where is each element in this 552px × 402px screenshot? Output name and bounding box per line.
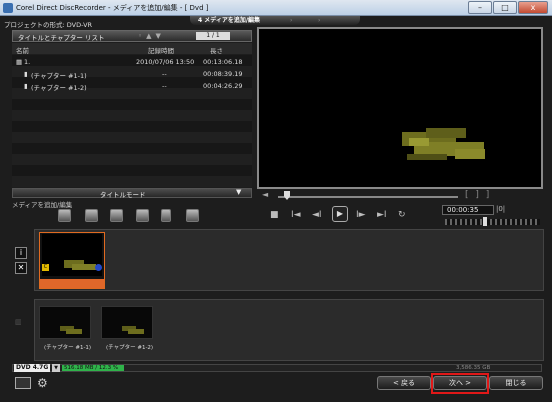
maximize-button[interactable]: □ [493, 1, 517, 14]
chapter-icon: ▮ [24, 70, 28, 78]
add-edit-media-label: メディアを追加/編集 [12, 201, 73, 209]
clip-thumbnail-image [64, 260, 96, 270]
stop-button[interactable]: ■ [270, 210, 279, 220]
next-button-highlight [431, 373, 489, 394]
column-recorded[interactable]: 記録時間 [148, 45, 174, 55]
list-item-name[interactable]: (チャプター #1-1) [31, 70, 87, 80]
title-mode-label: タイトルモード [100, 191, 146, 199]
clip-selection-bar [40, 279, 104, 288]
jog-slider[interactable] [445, 219, 540, 225]
project-format-label: プロジェクトの形式: DVD-VR [4, 21, 93, 29]
list-row-title-icon: ▦ [16, 58, 23, 66]
clip-status-icon [95, 264, 102, 271]
title-strip [34, 229, 544, 291]
clip-type-badge: C [42, 264, 49, 271]
list-item-recorded: -- [162, 70, 167, 78]
list-item-name[interactable]: (チャプター #1-2) [31, 82, 87, 92]
capture-icon[interactable] [186, 209, 199, 222]
settings-icon[interactable]: ⚙ [37, 376, 48, 390]
seek-bar[interactable] [278, 196, 458, 198]
seek-back-icon[interactable]: ◄ [262, 190, 268, 199]
lock-icon[interactable] [161, 209, 171, 222]
next-frame-button[interactable]: I► [356, 210, 366, 220]
chapter-label: (チャプター #1-1) [44, 345, 92, 351]
back-button[interactable]: < 戻る [377, 376, 431, 390]
disc-type-label: DVD 4.7G [14, 364, 51, 372]
mark-in-out-icons[interactable]: [ ] ] [465, 190, 491, 200]
page-counter: 1 / 1 [196, 32, 230, 40]
previous-frame-button[interactable]: ◄I [312, 210, 322, 220]
clip-thumbnail [42, 234, 102, 276]
chapter-thumbnail-image [122, 326, 144, 334]
list-item-name[interactable]: 1. [24, 58, 30, 66]
import-icon[interactable] [85, 209, 98, 222]
disc-free-text: 3,586.35 GB [456, 365, 491, 371]
chapter-thumbnail[interactable] [101, 306, 153, 339]
title-list-label: タイトルとチャプター リスト [18, 34, 105, 42]
chapter-thumbnail-image [60, 326, 82, 334]
list-toolbar-icons[interactable]: ◦▲▼ [138, 32, 165, 40]
chapter-strip-icon: ▥ [15, 318, 22, 326]
chapter-icon[interactable] [110, 209, 123, 222]
preview-image [402, 128, 485, 160]
close-button[interactable]: 閉じる [489, 376, 543, 390]
add-video-icon[interactable] [58, 209, 71, 222]
chapter-label: (チャプター #1-2) [106, 345, 154, 351]
chevron-down-icon[interactable]: ▼ [236, 188, 241, 196]
repeat-button[interactable]: ↻ [398, 210, 406, 220]
column-length[interactable]: 長さ [210, 45, 223, 55]
tab-next-step[interactable]: › [290, 16, 292, 25]
tab-add-edit-media[interactable]: 4 メディアを追加/編集 [198, 16, 260, 25]
minimize-button[interactable]: – [468, 1, 492, 14]
chapter-icon: ▮ [24, 82, 28, 90]
list-item-length: 00:13:06.18 [203, 58, 243, 66]
info-button[interactable]: i [15, 247, 27, 259]
go-to-end-button[interactable]: ►I [377, 210, 387, 220]
column-name[interactable]: 名前 [16, 45, 29, 55]
video-preview [257, 27, 543, 189]
disc-used-text: 516.18 MB / 12.3 % [64, 365, 119, 371]
app-icon [3, 3, 13, 13]
play-button[interactable]: ▶ [332, 206, 348, 222]
list-item-recorded: -- [162, 82, 167, 90]
go-to-start-button[interactable]: I◄ [291, 210, 301, 220]
menu-template-icon[interactable] [15, 377, 31, 389]
delete-button[interactable]: ✕ [15, 262, 27, 274]
window-title: Corel Direct DiscRecorder - メディアを追加/編集 -… [16, 4, 209, 12]
timecode-field[interactable]: 00:00:35 [442, 205, 494, 215]
tab-final-step[interactable]: › [318, 16, 320, 25]
jog-slider-handle[interactable] [483, 217, 487, 226]
chapter-thumbnail[interactable] [39, 306, 91, 339]
disc-type-dropdown[interactable]: ▼ [52, 364, 60, 372]
list-item-length: 00:08:39.19 [203, 70, 243, 78]
split-icon[interactable] [136, 209, 149, 222]
list-item-recorded: 2010/07/06 13:50 [136, 58, 195, 66]
list-item-length: 00:04:26.29 [203, 82, 243, 90]
close-window-button[interactable]: x [518, 1, 548, 14]
time-mode-toggle[interactable]: |0| [496, 205, 505, 213]
